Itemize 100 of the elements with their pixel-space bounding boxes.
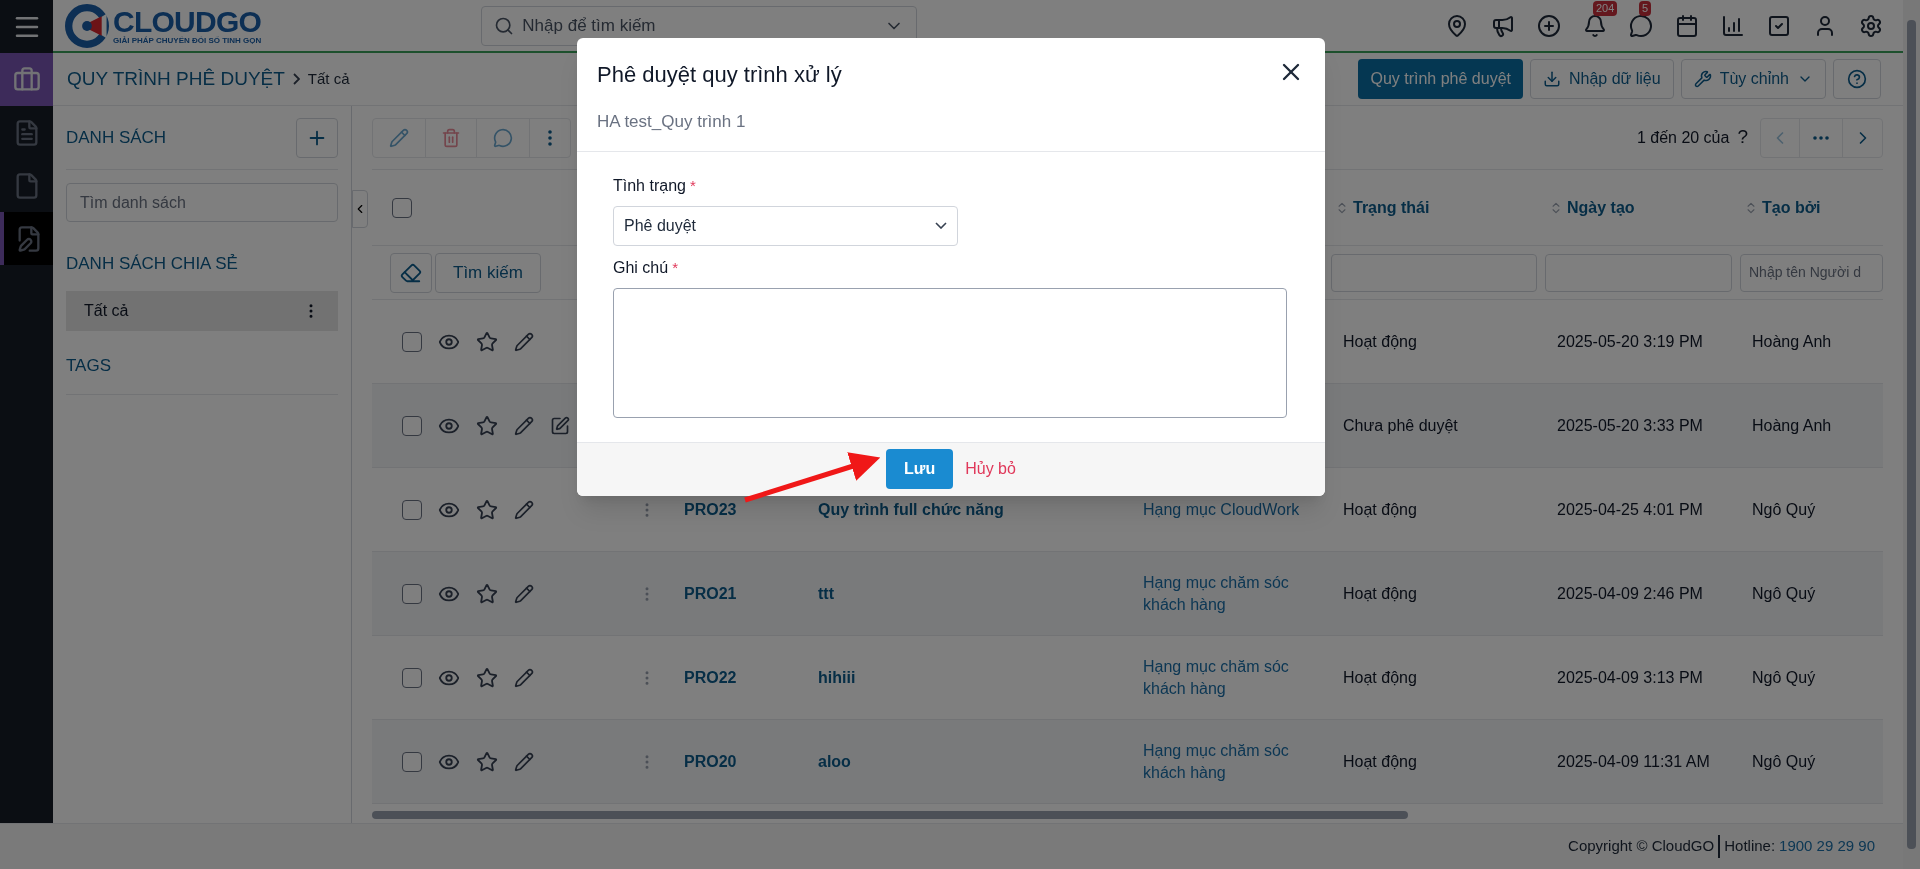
column-header[interactable]: Trạng thái — [1353, 195, 1430, 220]
eraser-icon — [400, 261, 422, 284]
section-title: DANH SÁCH — [66, 126, 167, 149]
date-cell: 2025-05-20 3:19 PM — [1557, 332, 1703, 350]
logo-name: CLOUDGO — [113, 6, 262, 37]
process-name[interactable]: aloo — [818, 752, 851, 770]
bell-icon[interactable] — [1583, 13, 1607, 38]
collapse-button[interactable] — [352, 190, 368, 228]
plus-circle-icon[interactable] — [1537, 13, 1561, 38]
page-range: 1 đến 20 của — [1636, 127, 1730, 148]
pencil-icon[interactable] — [514, 499, 534, 520]
status-filter-field[interactable] — [1331, 253, 1537, 292]
add-list-button[interactable] — [296, 117, 338, 158]
cancel-link[interactable]: Hủy bỏ — [965, 457, 1016, 481]
status-cell: Chưa phê duyệt — [1343, 416, 1458, 434]
checkbox[interactable] — [392, 197, 412, 218]
creator-cell: Hoàng Anh — [1752, 332, 1832, 350]
help-button[interactable] — [1833, 59, 1881, 99]
date-cell: 2025-04-09 2:46 PM — [1557, 584, 1703, 602]
star-icon[interactable] — [476, 414, 498, 437]
star-icon[interactable] — [476, 330, 498, 353]
status-cell: Hoạt động — [1343, 332, 1417, 350]
status-cell: Hoạt động — [1343, 752, 1417, 770]
horizontal-scrollbar[interactable] — [372, 811, 1408, 819]
copyright-text: Copyright © CloudGO — [1568, 835, 1721, 858]
count-badge: 204 — [1593, 0, 1618, 16]
clear-filter-button[interactable] — [390, 252, 432, 293]
search-button[interactable]: Tìm kiếm — [435, 252, 541, 293]
category-link[interactable]: Hạng mục chăm sóc khách hàng — [1143, 739, 1319, 784]
hotline-link[interactable]: 1900 29 29 90 — [1775, 835, 1875, 858]
note-field[interactable] — [613, 287, 1287, 418]
column-header[interactable]: Ngày tạo — [1567, 195, 1635, 220]
field-label: Ghi chú — [613, 257, 669, 278]
creator-cell: Ngô Quý — [1752, 584, 1816, 602]
import-button[interactable]: Nhập dữ liệu — [1529, 59, 1674, 99]
date-cell: 2025-04-25 4:01 PM — [1557, 500, 1703, 518]
process-code[interactable]: PRO22 — [684, 668, 737, 686]
search-icon — [494, 15, 515, 36]
checkbox[interactable] — [402, 751, 422, 772]
ellipsis-icon — [1813, 135, 1829, 140]
pencil-icon[interactable] — [514, 415, 534, 436]
help-icon — [1847, 69, 1867, 89]
pencil-icon[interactable] — [514, 751, 534, 772]
dialog-title: Phê duyệt quy trình xử lý — [597, 61, 842, 89]
breadcrumb-current[interactable]: Tất cả — [307, 67, 350, 91]
list-item-label: Tất cả — [84, 300, 129, 321]
process-code[interactable]: PRO23 — [684, 500, 737, 518]
logo-tagline: GIẢI PHÁP CHUYỂN ĐỔI SỐ TINH GỌN — [113, 36, 262, 45]
date-cell: 2025-04-09 11:31 AM — [1557, 752, 1710, 770]
megaphone-icon[interactable] — [1491, 13, 1515, 38]
star-icon[interactable] — [476, 750, 498, 773]
chart-icon[interactable] — [1721, 13, 1745, 38]
process-code[interactable]: PRO20 — [684, 752, 737, 770]
calendar-icon[interactable] — [1675, 13, 1699, 38]
process-name[interactable]: Quy trình full chức năng — [818, 500, 1004, 518]
checkbox[interactable] — [402, 331, 422, 352]
checkbox[interactable] — [402, 583, 422, 604]
star-icon[interactable] — [476, 498, 498, 521]
process-name[interactable]: ttt — [818, 584, 834, 602]
category-link[interactable]: Hạng mục chăm sóc khách hàng — [1143, 655, 1319, 700]
creator-filter-field[interactable]: Nhập tên Người d — [1740, 253, 1883, 292]
chat-icon[interactable] — [1629, 13, 1653, 38]
add-process-button[interactable]: Quy trình phê duyệt — [1358, 59, 1523, 99]
process-name[interactable]: hihiii — [818, 668, 856, 686]
process-code[interactable]: PRO21 — [684, 584, 737, 602]
creator-cell: Ngô Quý — [1752, 752, 1816, 770]
module-title[interactable]: QUY TRÌNH PHÊ DUYỆT — [67, 64, 285, 94]
status-cell: Hoạt động — [1343, 500, 1417, 518]
list-item[interactable]: Tất cả — [66, 290, 338, 331]
checkbox[interactable] — [402, 499, 422, 520]
list-search-field[interactable]: Tìm danh sách — [66, 183, 338, 222]
count-badge: 5 — [1639, 0, 1652, 16]
dialog-subtitle: HA test_Quy trình 1 — [577, 91, 1325, 152]
status-cell: Hoạt động — [1343, 584, 1417, 602]
star-icon[interactable] — [476, 582, 498, 605]
category-link[interactable]: Hạng mục CloudWork — [1143, 498, 1319, 521]
pencil-icon[interactable] — [514, 583, 534, 604]
column-header[interactable]: Tạo bởi — [1762, 195, 1821, 220]
save-button[interactable]: Lưu — [886, 449, 954, 489]
star-icon[interactable] — [476, 666, 498, 689]
checkbox-icon[interactable] — [1767, 13, 1791, 38]
more-icon — [548, 129, 552, 146]
vertical-scrollbar[interactable] — [1903, 0, 1920, 869]
trash-icon — [441, 127, 461, 148]
field-label: Tình trạng — [613, 175, 686, 196]
pencil-icon — [389, 127, 409, 148]
map-pin-icon[interactable] — [1445, 13, 1469, 38]
category-link[interactable]: Hạng mục chăm sóc khách hàng — [1143, 571, 1319, 616]
briefcase-icon[interactable] — [12, 65, 41, 94]
checkbox[interactable] — [402, 415, 422, 436]
total-count[interactable]: ? — [1737, 123, 1748, 152]
status-select[interactable]: Phê duyệt — [613, 205, 958, 246]
chevron-right-icon — [292, 73, 300, 85]
customize-button[interactable]: Tùy chỉnh — [1680, 59, 1826, 99]
settings-icon[interactable] — [1859, 13, 1883, 38]
pencil-icon[interactable] — [514, 331, 534, 352]
date-cell: 2025-04-09 3:13 PM — [1557, 668, 1703, 686]
pencil-icon[interactable] — [514, 667, 534, 688]
edit-icon[interactable] — [550, 415, 570, 436]
checkbox[interactable] — [402, 667, 422, 688]
